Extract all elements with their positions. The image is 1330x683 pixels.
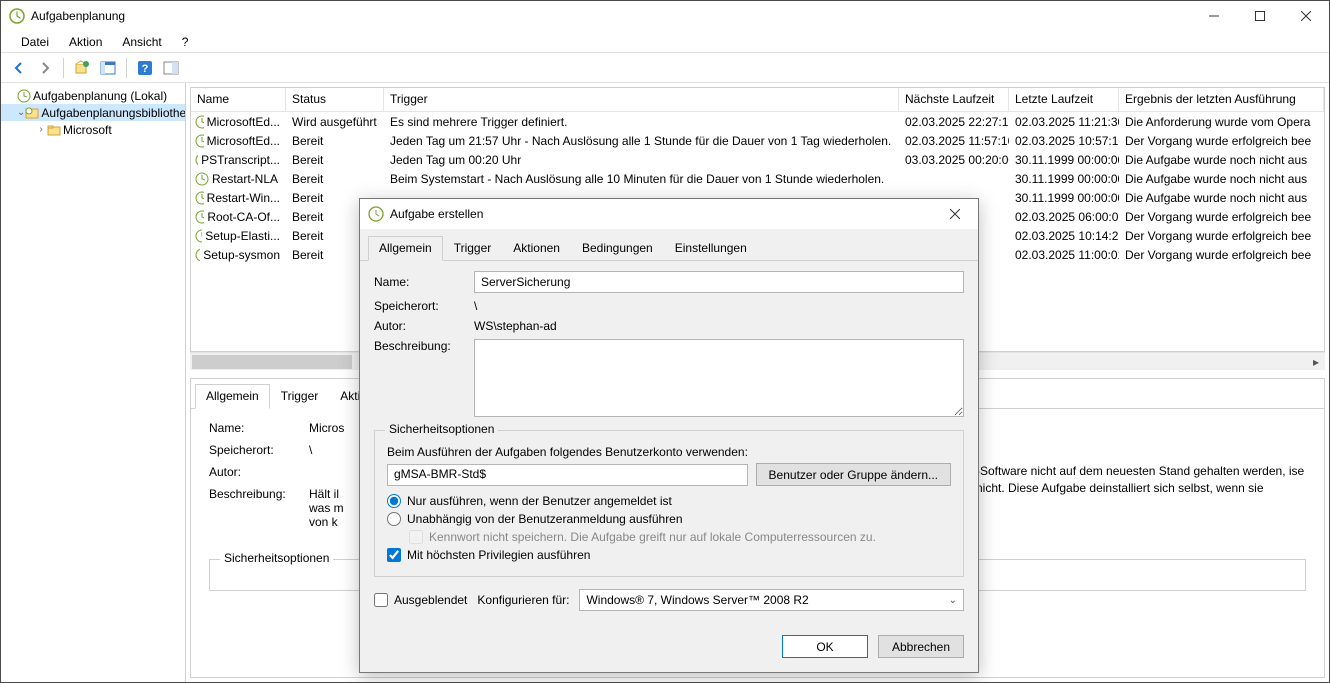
clock-icon bbox=[17, 89, 31, 103]
toolbar-view-button[interactable] bbox=[96, 56, 120, 80]
dlg-configure-for-label: Konfigurieren für: bbox=[477, 593, 569, 607]
toolbar-separator bbox=[126, 58, 127, 78]
table-row[interactable]: PSTranscript...BereitJeden Tag um 00:20 … bbox=[191, 150, 1324, 169]
dlg-check-hidden-input[interactable] bbox=[374, 593, 388, 607]
maximize-button[interactable] bbox=[1237, 1, 1283, 31]
dialog-tab-bedingungen[interactable]: Bedingungen bbox=[571, 236, 664, 261]
scroll-thumb[interactable] bbox=[192, 355, 352, 369]
col-trigger[interactable]: Trigger bbox=[384, 88, 899, 111]
detail-tab-allgemein[interactable]: Allgemein bbox=[195, 384, 270, 409]
title-bar[interactable]: Aufgabenplanung bbox=[1, 1, 1329, 31]
dlg-security-fieldset: Sicherheitsoptionen Beim Ausführen der A… bbox=[374, 430, 964, 577]
dlg-name-input[interactable] bbox=[474, 271, 964, 293]
folder-icon bbox=[47, 123, 61, 137]
dlg-check-highest-priv-input[interactable] bbox=[387, 548, 401, 562]
toolbar-help-button[interactable]: ? bbox=[133, 56, 157, 80]
table-row[interactable]: MicrosoftEd...Wird ausgeführtEs sind meh… bbox=[191, 112, 1324, 131]
task-grid-header[interactable]: Name Status Trigger Nächste Laufzeit Let… bbox=[191, 88, 1324, 112]
col-last[interactable]: Letzte Laufzeit bbox=[1009, 88, 1119, 111]
col-result[interactable]: Ergebnis der letzten Ausführung bbox=[1119, 88, 1324, 111]
tree-expander-icon[interactable]: › bbox=[35, 124, 47, 135]
detail-desc-overflow: -Software nicht auf dem neuesten Stand g… bbox=[976, 463, 1316, 498]
dlg-check-no-password-input bbox=[409, 530, 423, 544]
svg-text:?: ? bbox=[142, 63, 149, 75]
dlg-configure-for-select[interactable]: Windows® 7, Windows Server™ 2008 R2 ⌄ bbox=[579, 589, 964, 611]
scroll-right-icon[interactable]: ▸ bbox=[1307, 353, 1325, 371]
dlg-author-value: WS\stephan-ad bbox=[474, 319, 964, 333]
toolbar-pane-button[interactable] bbox=[159, 56, 183, 80]
minimize-button[interactable] bbox=[1191, 1, 1237, 31]
toolbar-action-button[interactable] bbox=[70, 56, 94, 80]
dialog-tab-allgemein[interactable]: Allgemein bbox=[368, 236, 443, 261]
col-name[interactable]: Name bbox=[191, 88, 286, 111]
menu-datei[interactable]: Datei bbox=[13, 33, 57, 51]
chevron-down-icon: ⌄ bbox=[949, 595, 957, 606]
dlg-radio-logged-on[interactable]: Nur ausführen, wenn der Benutzer angemel… bbox=[387, 494, 951, 508]
dialog-close-button[interactable] bbox=[932, 199, 978, 229]
dlg-account-field[interactable]: gMSA-BMR-Std$ bbox=[387, 464, 748, 486]
nav-tree[interactable]: Aufgabenplanung (Lokal) ⌄ Aufgabenplanun… bbox=[1, 83, 186, 682]
detail-loc-label: Speicherort: bbox=[209, 443, 309, 457]
table-row[interactable]: MicrosoftEd...BereitJeden Tag um 21:57 U… bbox=[191, 131, 1324, 150]
detail-desc-label: Beschreibung: bbox=[209, 487, 309, 529]
dialog-tabs: Allgemein Trigger Aktionen Bedingungen E… bbox=[360, 229, 978, 261]
dlg-change-user-button[interactable]: Benutzer oder Gruppe ändern... bbox=[756, 463, 951, 486]
tree-expander-icon[interactable]: ⌄ bbox=[17, 107, 25, 118]
dlg-name-label: Name: bbox=[374, 275, 474, 289]
dlg-ok-button[interactable]: OK bbox=[782, 635, 868, 658]
menu-ansicht[interactable]: Ansicht bbox=[114, 33, 169, 51]
detail-name-label: Name: bbox=[209, 421, 309, 435]
tree-node-microsoft[interactable]: › Microsoft bbox=[1, 121, 185, 138]
dlg-loc-value: \ bbox=[474, 299, 964, 313]
dlg-check-highest-priv[interactable]: Mit höchsten Privilegien ausführen bbox=[387, 548, 951, 562]
tree-node-root[interactable]: Aufgabenplanung (Lokal) bbox=[1, 87, 185, 104]
dialog-tab-trigger[interactable]: Trigger bbox=[443, 236, 503, 261]
dialog-title: Aufgabe erstellen bbox=[390, 207, 483, 221]
dlg-radio-independent-input[interactable] bbox=[387, 512, 401, 526]
nav-back-button[interactable] bbox=[7, 56, 31, 80]
task-scheduler-window: Aufgabenplanung Datei Aktion Ansicht ? ? bbox=[0, 0, 1330, 683]
create-task-dialog: Aufgabe erstellen Allgemein Trigger Akti… bbox=[359, 198, 979, 673]
dialog-tab-einstellungen[interactable]: Einstellungen bbox=[664, 236, 758, 261]
menu-aktion[interactable]: Aktion bbox=[61, 33, 110, 51]
tree-node-library[interactable]: ⌄ Aufgabenplanungsbibliothek bbox=[1, 104, 185, 121]
nav-forward-button[interactable] bbox=[33, 56, 57, 80]
dialog-tab-aktionen[interactable]: Aktionen bbox=[502, 236, 571, 261]
toolbar-separator bbox=[63, 58, 64, 78]
close-button[interactable] bbox=[1283, 1, 1329, 31]
dlg-check-no-password: Kennwort nicht speichern. Die Aufgabe gr… bbox=[409, 530, 951, 544]
menu-help[interactable]: ? bbox=[174, 33, 197, 51]
dlg-author-label: Autor: bbox=[374, 319, 474, 333]
app-icon bbox=[9, 8, 25, 24]
dialog-title-bar[interactable]: Aufgabe erstellen bbox=[360, 199, 978, 229]
window-title: Aufgabenplanung bbox=[31, 9, 125, 23]
dlg-loc-label: Speicherort: bbox=[374, 299, 474, 313]
dlg-security-line: Beim Ausführen der Aufgaben folgendes Be… bbox=[387, 445, 951, 459]
menu-bar: Datei Aktion Ansicht ? bbox=[1, 31, 1329, 53]
toolbar: ? bbox=[1, 53, 1329, 83]
dlg-desc-input[interactable] bbox=[474, 339, 964, 417]
dlg-radio-logged-on-input[interactable] bbox=[387, 494, 401, 508]
detail-security-legend: Sicherheitsoptionen bbox=[220, 551, 333, 565]
dlg-radio-independent[interactable]: Unabhängig von der Benutzeranmeldung aus… bbox=[387, 512, 951, 526]
dlg-check-hidden[interactable]: Ausgeblendet bbox=[374, 593, 467, 607]
detail-tab-trigger[interactable]: Trigger bbox=[270, 384, 330, 409]
dlg-desc-label: Beschreibung: bbox=[374, 339, 474, 353]
dlg-cancel-button[interactable]: Abbrechen bbox=[878, 635, 964, 658]
dlg-security-legend: Sicherheitsoptionen bbox=[385, 422, 498, 436]
clock-icon bbox=[368, 206, 384, 222]
library-icon bbox=[25, 106, 39, 120]
table-row[interactable]: Restart-NLABereitBeim Systemstart - Nach… bbox=[191, 169, 1324, 188]
col-next[interactable]: Nächste Laufzeit bbox=[899, 88, 1009, 111]
col-status[interactable]: Status bbox=[286, 88, 384, 111]
detail-author-label: Autor: bbox=[209, 465, 309, 479]
